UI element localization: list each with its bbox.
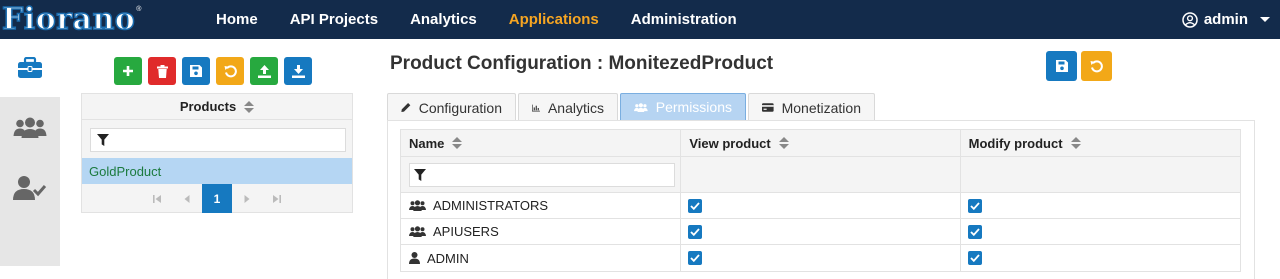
permissions-panel: Name View product Modify product ADMINIS… [387,120,1255,279]
view-product-checkbox[interactable] [688,251,703,265]
user-name: admin [1203,11,1248,28]
products-header-label: Products [179,99,237,114]
users-icon [409,226,426,237]
page-button-current[interactable]: 1 [202,184,232,213]
user-menu[interactable]: admin [1182,0,1270,39]
undo-icon [224,64,237,77]
nav-applications[interactable]: Applications [493,11,615,28]
main-nav: Home API Projects Analytics Applications… [200,0,753,39]
modify-product-checkbox[interactable] [967,251,982,265]
table-header-row: Name View product Modify product [401,130,1240,157]
view-product-checkbox[interactable] [688,224,703,239]
last-page-icon[interactable] [262,184,292,213]
save-product-button[interactable] [182,57,210,85]
save-config-button[interactable] [1046,51,1077,81]
table-filter-row [401,157,1240,193]
config-actions [1046,51,1112,81]
rail-item-products[interactable] [0,39,60,97]
add-product-button[interactable] [114,57,142,85]
next-page-icon[interactable] [232,184,262,213]
product-toolbar [114,57,312,85]
column-header-name[interactable]: Name [401,130,682,156]
users-icon [634,102,648,112]
bar-chart-icon [532,104,540,112]
side-rail [0,39,60,266]
users-icon [13,117,47,138]
tab-configuration[interactable]: Configuration [387,93,516,121]
nav-analytics[interactable]: Analytics [394,11,493,28]
nav-home[interactable]: Home [200,11,274,28]
upload-icon [257,64,271,78]
tab-analytics[interactable]: Analytics [518,93,618,121]
nav-api-projects[interactable]: API Projects [274,11,394,28]
download-icon [291,64,305,78]
upload-product-button[interactable] [250,57,278,85]
rail-item-groups[interactable] [0,99,60,157]
top-navbar: Fiorano ® Home API Projects Analytics Ap… [0,0,1280,39]
sort-icon [452,137,463,149]
filter-icon [414,168,426,181]
tab-label: Permissions [655,99,732,115]
modify-product-checkbox[interactable] [967,198,982,213]
trash-icon [156,64,168,78]
sort-icon [244,100,255,113]
sort-icon [778,137,789,149]
save-icon [1055,60,1068,72]
tab-monetization[interactable]: Monetization [748,93,875,121]
users-icon [409,200,426,211]
name-filter-input[interactable] [409,162,675,187]
delete-product-button[interactable] [148,57,176,85]
chevron-down-icon [1260,17,1270,22]
undo-config-button[interactable] [1081,51,1112,81]
config-tabs: Configuration Analytics Permissions Mone… [387,93,875,121]
user-check-icon [13,176,47,200]
undo-icon [1090,59,1103,72]
prev-page-icon[interactable] [172,184,202,213]
column-header-view-product[interactable]: View product [681,130,961,156]
sort-icon [1070,137,1081,149]
products-pager: 1 [82,184,352,213]
fiorano-logo[interactable]: Fiorano ® [0,0,180,39]
filter-icon [97,134,109,146]
logo-text: Fiorano [1,1,136,37]
briefcase-icon [18,57,42,78]
permissions-table: Name View product Modify product ADMINIS… [400,129,1241,272]
tab-label: Analytics [547,99,604,116]
table-row: ADMIN [401,245,1240,271]
column-header-modify-product[interactable]: Modify product [961,130,1240,156]
row-name: ADMINISTRATORS [433,198,549,213]
first-page-icon[interactable] [142,184,172,213]
undo-product-button[interactable] [216,57,244,85]
user-icon [409,252,420,264]
products-list: Products GoldProduct 1 [81,93,353,213]
credit-card-icon [762,103,774,112]
save-icon [190,65,202,77]
add-icon [123,66,133,76]
tab-label: Configuration [418,99,502,116]
download-product-button[interactable] [284,57,312,85]
logo-trademark: ® [136,6,142,13]
nav-administration[interactable]: Administration [615,11,753,28]
page-title: Product Configuration : MonitezedProduct [390,53,774,74]
modify-product-checkbox[interactable] [967,224,982,239]
rail-item-users[interactable] [0,159,60,217]
products-filter-input[interactable] [90,128,346,152]
product-row-goldproduct[interactable]: GoldProduct [82,158,352,184]
user-circle-icon [1182,11,1198,28]
view-product-checkbox[interactable] [688,198,703,213]
row-name: ADMIN [427,250,469,266]
pencil-icon [401,103,411,112]
table-row: ADMINISTRATORS [401,193,1240,219]
row-name: APIUSERS [433,224,499,239]
tab-label: Monetization [781,99,861,116]
table-row: APIUSERS [401,219,1240,245]
products-header[interactable]: Products [82,94,352,120]
tab-permissions[interactable]: Permissions [620,93,746,121]
